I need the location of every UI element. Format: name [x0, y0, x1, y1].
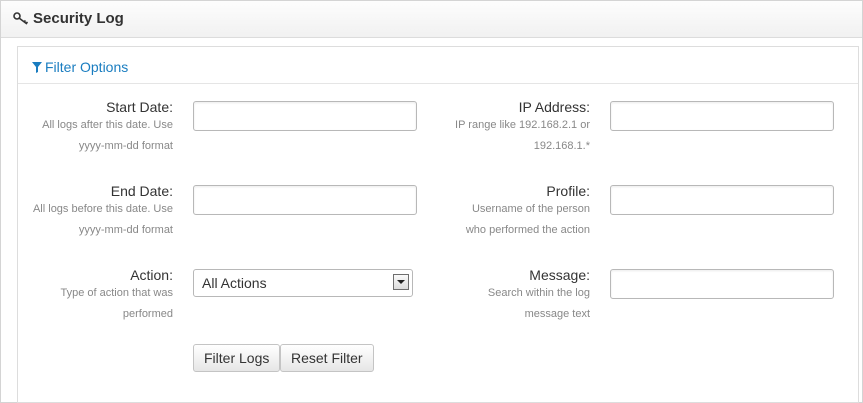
filter-options-label: Filter Options [45, 59, 129, 75]
page-title: Security Log [33, 10, 124, 27]
end-date-label: End Date: [110, 183, 173, 199]
ip-address-label: IP Address: [518, 99, 590, 115]
end-date-input[interactable] [193, 185, 417, 215]
security-log-panel: Security Log Filter Options Start Date: … [0, 0, 863, 403]
help-line: Search within the log [487, 287, 590, 299]
help-line: Username of the person [471, 203, 590, 215]
start-date-input[interactable] [193, 101, 417, 131]
action-label: Action: [130, 267, 173, 283]
profile-label: Profile: [546, 183, 590, 199]
filter-section: Filter Options Start Date: All logs afte… [17, 46, 859, 403]
ip-address-help: IP range like 192.168.2.1 or 192.168.1.* [418, 115, 590, 157]
key-icon [13, 12, 29, 25]
ip-address-input[interactable] [610, 101, 834, 131]
start-date-label: Start Date: [106, 99, 173, 115]
help-line: performed [122, 308, 173, 320]
help-line: yyyy-mm-dd format [78, 224, 173, 236]
start-date-help: All logs after this date. Use yyyy-mm-dd… [18, 115, 173, 157]
help-line: Type of action that was [60, 287, 173, 299]
message-help: Search within the log message text [418, 283, 590, 325]
help-line: All logs after this date. Use [42, 119, 173, 131]
help-line: All logs before this date. Use [32, 203, 173, 215]
message-input[interactable] [610, 269, 834, 299]
action-select[interactable]: All Actions [193, 269, 413, 297]
filter-logs-button[interactable]: Filter Logs [193, 344, 281, 372]
message-label: Message: [529, 267, 590, 283]
chevron-down-icon[interactable] [393, 274, 409, 290]
help-line: yyyy-mm-dd format [78, 140, 173, 152]
action-select-value: All Actions [202, 275, 267, 291]
filter-options-toggle[interactable]: Filter Options [32, 59, 128, 75]
help-line: 192.168.1.* [533, 140, 590, 152]
panel-header: Security Log [1, 1, 862, 38]
filter-icon [32, 62, 42, 73]
profile-input[interactable] [610, 185, 834, 215]
action-help: Type of action that was performed [18, 283, 173, 325]
profile-help: Username of the person who performed the… [418, 199, 590, 241]
help-line: IP range like 192.168.2.1 or [455, 119, 590, 131]
end-date-help: All logs before this date. Use yyyy-mm-d… [18, 199, 173, 241]
help-line: who performed the action [465, 224, 590, 236]
help-line: message text [524, 308, 590, 320]
divider [18, 83, 858, 84]
reset-filter-button[interactable]: Reset Filter [280, 344, 374, 372]
